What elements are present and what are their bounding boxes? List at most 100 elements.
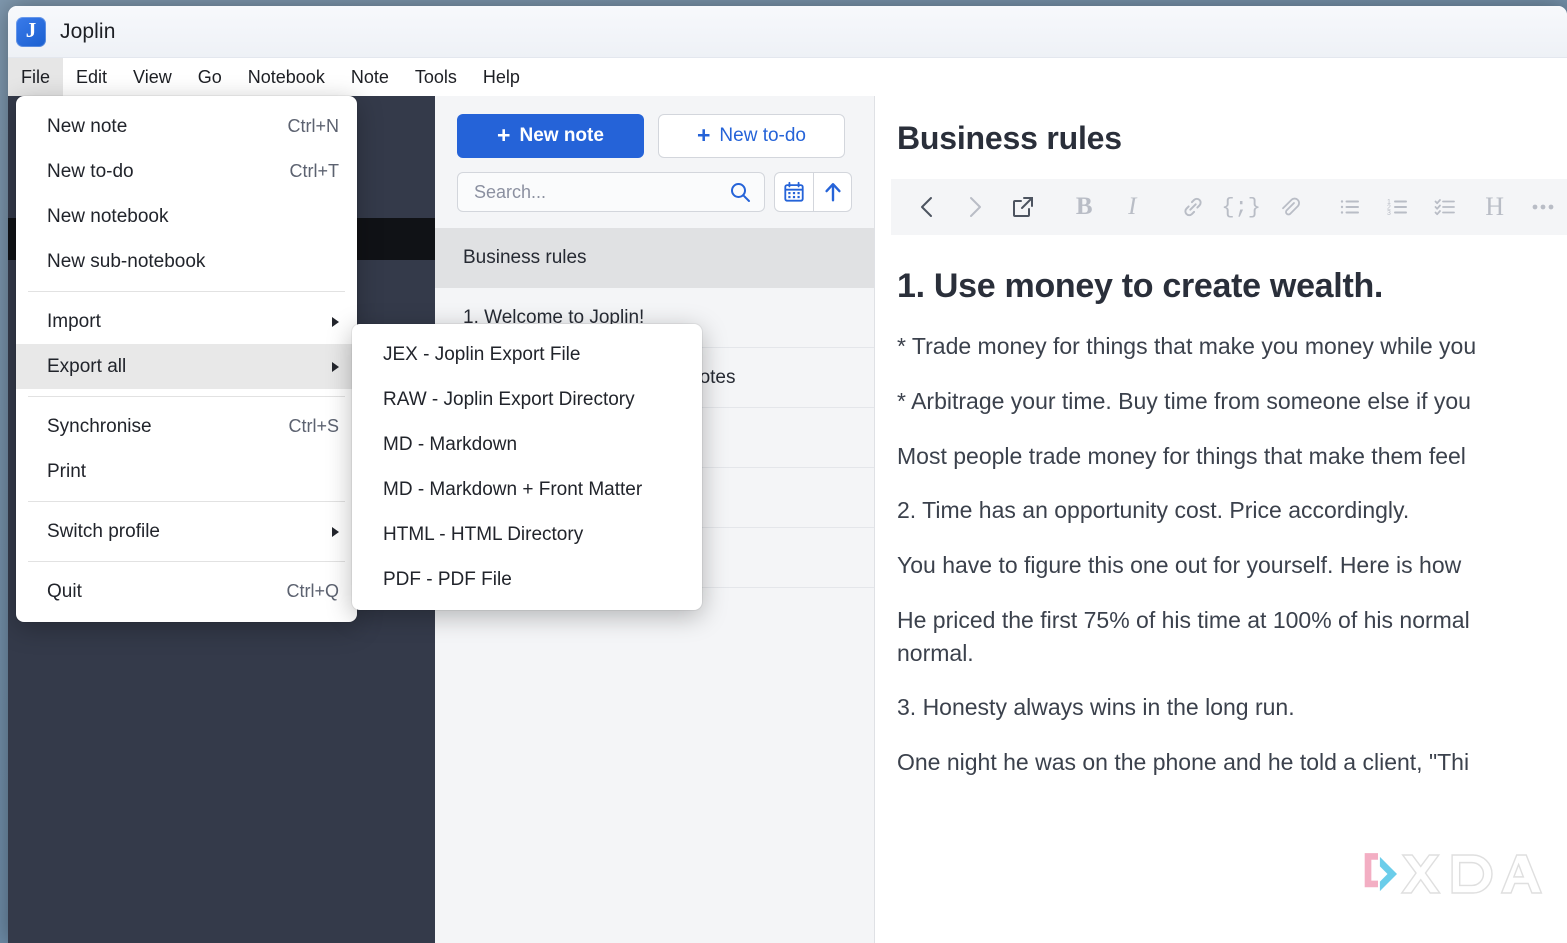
note-editor-panel: Business rules B I {;} 1 2 3 H 1. Use mo… xyxy=(875,96,1567,943)
note-heading: 1. Use money to create wealth. xyxy=(897,267,1384,305)
note-paragraph-7: normal. xyxy=(897,639,974,666)
logo-letter: J xyxy=(25,18,37,42)
calendar-icon xyxy=(784,181,804,202)
external-link-icon[interactable] xyxy=(999,179,1047,235)
note-paragraph-6: He priced the first 75% of his time at 1… xyxy=(897,606,1470,633)
new-todo-button[interactable]: + New to-do xyxy=(658,114,845,158)
search-input[interactable] xyxy=(474,181,728,203)
menu-item-label: HTML - HTML Directory xyxy=(383,523,584,545)
note-paragraph-2: * Arbitrage your time. Buy time from som… xyxy=(897,387,1471,414)
plus-icon: + xyxy=(497,121,511,148)
bold-icon[interactable]: B xyxy=(1060,179,1108,235)
menubar-item-file[interactable]: File xyxy=(8,58,64,96)
menu-separator xyxy=(28,501,345,502)
arrow-up-icon xyxy=(824,183,841,202)
export-option-pdf[interactable]: PDF - PDF File xyxy=(352,557,702,602)
menubar-item-edit[interactable]: Edit xyxy=(63,58,120,96)
menubar-item-tools[interactable]: Tools xyxy=(402,58,470,96)
note-list-toolbar: + New note + New to-do xyxy=(435,96,874,212)
menu-bar: File Edit View Go Notebook Note Tools He… xyxy=(8,58,1567,96)
menu-item-label: Import xyxy=(47,310,101,332)
menu-item-quit[interactable]: Quit Ctrl+Q xyxy=(16,569,357,614)
note-paragraph-8: 3. Honesty always wins in the long run. xyxy=(897,694,1295,721)
search-box[interactable] xyxy=(457,172,765,212)
menu-item-label: JEX - Joplin Export File xyxy=(383,343,581,365)
menu-item-new-todo[interactable]: New to-do Ctrl+T xyxy=(16,149,357,194)
menu-item-synchronise[interactable]: Synchronise Ctrl+S xyxy=(16,404,357,449)
menu-separator xyxy=(28,396,345,397)
menubar-item-view[interactable]: View xyxy=(120,58,185,96)
menubar-item-notebook[interactable]: Notebook xyxy=(235,58,338,96)
italic-icon[interactable]: I xyxy=(1108,179,1156,235)
menu-item-label: Synchronise xyxy=(47,415,152,437)
export-option-raw[interactable]: RAW - Joplin Export Directory xyxy=(352,377,702,422)
note-create-buttons: + New note + New to-do xyxy=(457,114,852,158)
menu-item-accel: Ctrl+T xyxy=(289,161,340,181)
menubar-item-help[interactable]: Help xyxy=(470,58,533,96)
menu-item-accel: Ctrl+Q xyxy=(286,581,339,601)
heading-icon[interactable]: H xyxy=(1471,179,1519,235)
chevron-right-icon xyxy=(332,361,339,372)
menu-item-print[interactable]: Print xyxy=(16,449,357,494)
new-todo-label: New to-do xyxy=(719,125,807,146)
note-paragraph-5: You have to figure this one out for your… xyxy=(897,552,1462,578)
app-title: Joplin xyxy=(60,19,116,43)
calendar-sort-button[interactable] xyxy=(775,173,813,211)
export-option-html[interactable]: HTML - HTML Directory xyxy=(352,512,702,557)
menu-item-label: Quit xyxy=(47,580,82,602)
plus-icon: + xyxy=(696,121,711,148)
back-icon[interactable] xyxy=(903,179,951,235)
code-icon[interactable]: {;} xyxy=(1217,179,1265,235)
menu-item-accel: Ctrl+S xyxy=(288,416,339,436)
search-row xyxy=(457,172,852,212)
menu-item-new-sub-notebook[interactable]: New sub-notebook xyxy=(16,239,357,284)
search-icon[interactable] xyxy=(728,180,752,204)
menu-item-label: Switch profile xyxy=(47,520,160,542)
chevron-right-icon xyxy=(332,316,339,327)
checklist-icon[interactable] xyxy=(1422,179,1470,235)
forward-icon[interactable] xyxy=(951,179,999,235)
new-note-button[interactable]: + New note xyxy=(457,114,644,158)
note-paragraph-3: Most people trade money for things that … xyxy=(897,442,1466,469)
app-root: J Joplin File Edit View Go Notebook Note… xyxy=(0,0,1567,943)
new-note-label: New note xyxy=(519,125,604,146)
menu-item-new-note[interactable]: New note Ctrl+N xyxy=(16,104,357,149)
menubar-item-go[interactable]: Go xyxy=(185,58,235,96)
menu-item-new-notebook[interactable]: New notebook xyxy=(16,194,357,239)
note-paragraph-4: 2. Time has an opportunity cost. Price a… xyxy=(897,497,1410,524)
menu-item-label: New notebook xyxy=(47,205,169,227)
note-paragraph-1: * Trade money for things that make you m… xyxy=(897,333,1477,359)
editor-toolbar: B I {;} 1 2 3 H xyxy=(891,179,1567,235)
chevron-right-icon xyxy=(332,526,339,537)
xda-watermark xyxy=(1364,853,1543,894)
note-body: 1. Use money to create wealth. * Trade m… xyxy=(875,235,1567,777)
menu-item-label: PDF - PDF File xyxy=(383,568,512,590)
menu-item-label: RAW - Joplin Export Directory xyxy=(383,388,635,410)
menu-item-label: New note xyxy=(47,115,128,137)
menu-item-import[interactable]: Import xyxy=(16,299,357,344)
export-option-md[interactable]: MD - Markdown xyxy=(352,422,702,467)
menu-item-label: New to-do xyxy=(47,160,134,182)
attachment-icon[interactable] xyxy=(1265,179,1313,235)
note-title: Business rules xyxy=(897,120,1122,156)
link-icon[interactable] xyxy=(1169,179,1217,235)
bulleted-list-icon[interactable] xyxy=(1326,179,1374,235)
menu-item-accel: Ctrl+N xyxy=(287,116,339,136)
menu-item-label: Print xyxy=(47,460,87,482)
menu-separator xyxy=(28,561,345,562)
numbered-list-icon[interactable]: 123 xyxy=(1374,179,1422,235)
more-options-icon[interactable] xyxy=(1519,179,1567,235)
note-list-item-business-rules[interactable]: Business rules xyxy=(435,228,874,288)
menu-separator xyxy=(28,291,345,292)
menu-item-switch-profile[interactable]: Switch profile xyxy=(16,509,357,554)
menu-item-export-all[interactable]: Export all xyxy=(16,344,357,389)
export-option-md-front-matter[interactable]: MD - Markdown + Front Matter xyxy=(352,467,702,512)
menu-item-label: Export all xyxy=(47,355,127,377)
note-row-title: Business rules xyxy=(463,246,587,268)
export-option-jex[interactable]: JEX - Joplin Export File xyxy=(352,332,702,377)
joplin-window: J Joplin File Edit View Go Notebook Note… xyxy=(8,6,1567,943)
file-menu: New note Ctrl+N New to-do Ctrl+T New not… xyxy=(16,96,357,622)
sort-direction-button[interactable] xyxy=(813,173,851,211)
menubar-item-note[interactable]: Note xyxy=(338,58,402,96)
export-all-submenu: JEX - Joplin Export File RAW - Joplin Ex… xyxy=(352,324,702,610)
